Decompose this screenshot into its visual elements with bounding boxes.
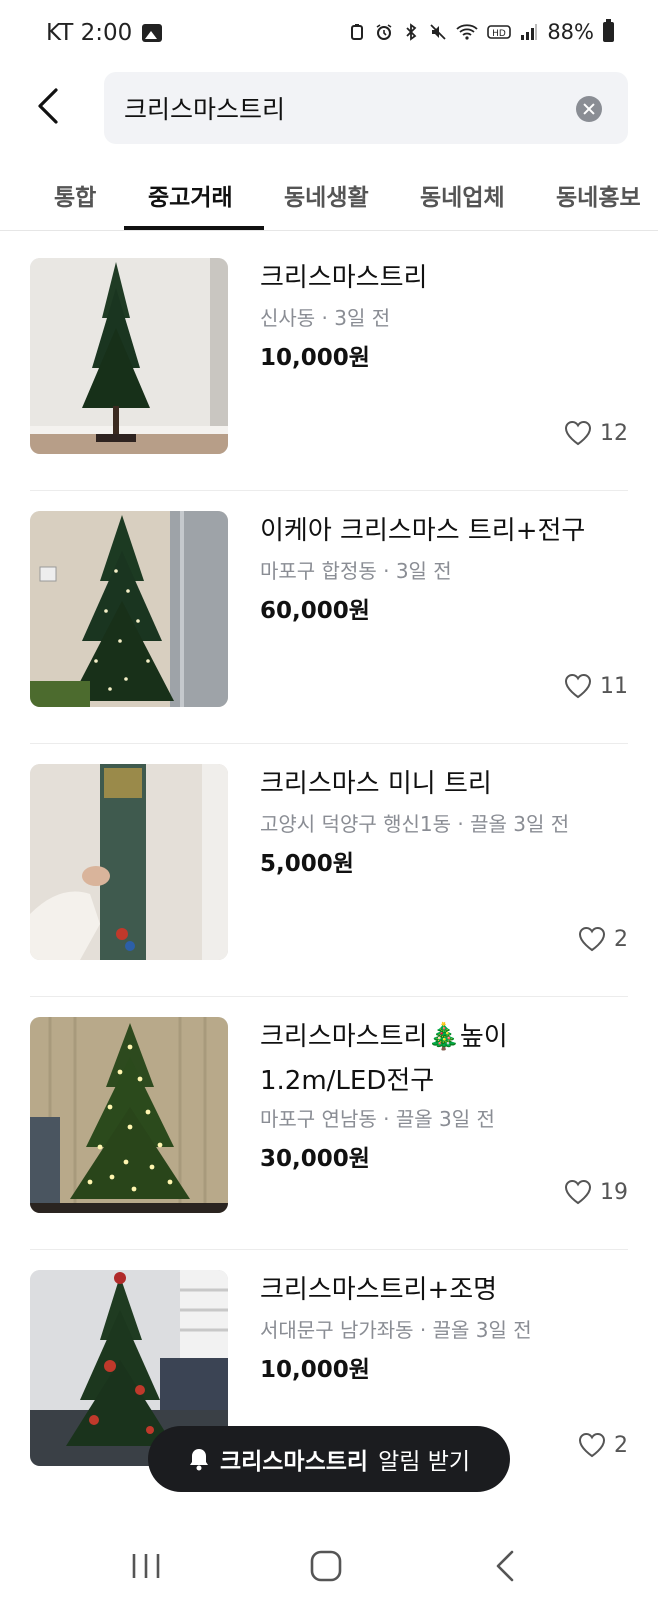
search-tabs: 통합 중고거래 동네생활 동네업체 동네홍보 bbox=[0, 160, 658, 231]
heart-icon bbox=[578, 1432, 606, 1458]
item-likes: 12 bbox=[564, 420, 628, 446]
tab-neighborhood-business[interactable]: 동네업체 bbox=[420, 178, 505, 212]
item-title: 크리스마스 미니 트리 bbox=[260, 769, 492, 799]
search-input[interactable] bbox=[124, 88, 564, 128]
tab-integrated[interactable]: 통합 bbox=[54, 178, 96, 212]
item-title: 크리스마스트리 bbox=[260, 263, 428, 293]
heart-icon bbox=[564, 420, 592, 446]
system-nav-bar bbox=[0, 1520, 658, 1608]
tab-neighborhood-promo[interactable]: 동네홍보 bbox=[556, 178, 641, 212]
item-thumbnail bbox=[30, 764, 228, 960]
list-item[interactable]: 크리스마스트리🎄높이1.2m/LED전구 마포구 연남동 · 끌올 3일 전 3… bbox=[0, 991, 658, 1250]
recent-apps-icon[interactable] bbox=[126, 1546, 166, 1586]
item-thumbnail bbox=[30, 258, 228, 454]
like-count: 11 bbox=[600, 673, 628, 699]
hd-voice-icon: HD bbox=[487, 25, 512, 39]
back-arrow-icon[interactable] bbox=[28, 84, 72, 128]
like-count: 2 bbox=[614, 926, 628, 952]
item-price: 10,000원 bbox=[260, 345, 370, 371]
item-meta: 마포구 합정동 · 3일 전 bbox=[260, 559, 452, 583]
heart-icon bbox=[578, 926, 606, 952]
mute-icon bbox=[430, 24, 446, 40]
status-right: HD 88% bbox=[348, 19, 614, 44]
item-meta: 서대문구 남가좌동 · 끌올 3일 전 bbox=[260, 1318, 532, 1342]
search-header bbox=[0, 70, 658, 146]
item-price: 5,000원 bbox=[260, 851, 354, 877]
search-box[interactable] bbox=[104, 72, 628, 144]
battery-percent: 88% bbox=[547, 20, 594, 44]
svg-text:HD: HD bbox=[492, 29, 506, 39]
item-likes: 2 bbox=[578, 926, 628, 952]
tab-neighborhood-life[interactable]: 동네생활 bbox=[284, 178, 369, 212]
like-count: 19 bbox=[600, 1179, 628, 1205]
back-nav-icon[interactable] bbox=[486, 1546, 526, 1586]
carrier-time: KT 2:00 bbox=[46, 20, 133, 46]
keyword-alert-button[interactable]: 크리스마스트리 알림 받기 bbox=[148, 1426, 510, 1492]
item-thumbnail bbox=[30, 511, 228, 707]
alert-keyword: 크리스마스트리 bbox=[219, 1449, 369, 1475]
item-price: 10,000원 bbox=[260, 1357, 370, 1383]
item-likes: 19 bbox=[564, 1179, 628, 1205]
gallery-notification-icon bbox=[142, 24, 163, 42]
active-tab-indicator bbox=[124, 226, 264, 230]
item-title: 이케아 크리스마스 트리+전구 bbox=[260, 516, 586, 546]
battery-icon bbox=[603, 19, 614, 42]
item-likes: 2 bbox=[578, 1432, 628, 1458]
status-bar: KT 2:00 HD 88% bbox=[0, 0, 658, 70]
bluetooth-icon bbox=[406, 23, 417, 41]
item-meta: 고양시 덕양구 행신1동 · 끌올 3일 전 bbox=[260, 812, 570, 836]
item-thumbnail bbox=[30, 1017, 228, 1213]
signal-icon bbox=[521, 24, 538, 40]
heart-icon bbox=[564, 1179, 592, 1205]
item-meta: 신사동 · 3일 전 bbox=[260, 306, 391, 330]
item-price: 30,000원 bbox=[260, 1146, 370, 1172]
item-price: 60,000원 bbox=[260, 598, 370, 624]
item-likes: 11 bbox=[564, 673, 628, 699]
clear-search-icon[interactable] bbox=[576, 96, 602, 122]
status-left: KT 2:00 bbox=[46, 20, 163, 46]
tab-used-trade[interactable]: 중고거래 bbox=[148, 178, 233, 212]
like-count: 12 bbox=[600, 420, 628, 446]
item-title: 크리스마스트리🎄높이1.2m/LED전구 bbox=[260, 1022, 508, 1096]
heart-icon bbox=[564, 673, 592, 699]
home-icon[interactable] bbox=[306, 1546, 346, 1586]
list-item[interactable]: 크리스마스 미니 트리 고양시 덕양구 행신1동 · 끌올 3일 전 5,000… bbox=[0, 738, 658, 997]
item-title: 크리스마스트리+조명 bbox=[260, 1275, 498, 1305]
recycle-icon bbox=[351, 24, 364, 40]
wifi-icon bbox=[456, 24, 478, 40]
alarm-icon bbox=[376, 24, 392, 40]
item-meta: 마포구 연남동 · 끌올 3일 전 bbox=[260, 1107, 495, 1131]
alert-suffix: 알림 받기 bbox=[378, 1449, 471, 1475]
like-count: 2 bbox=[614, 1432, 628, 1458]
list-item[interactable]: 이케아 크리스마스 트리+전구 마포구 합정동 · 3일 전 60,000원 1… bbox=[0, 485, 658, 744]
bell-icon bbox=[189, 1449, 208, 1471]
list-item[interactable]: 크리스마스트리 신사동 · 3일 전 10,000원 12 bbox=[0, 232, 658, 491]
